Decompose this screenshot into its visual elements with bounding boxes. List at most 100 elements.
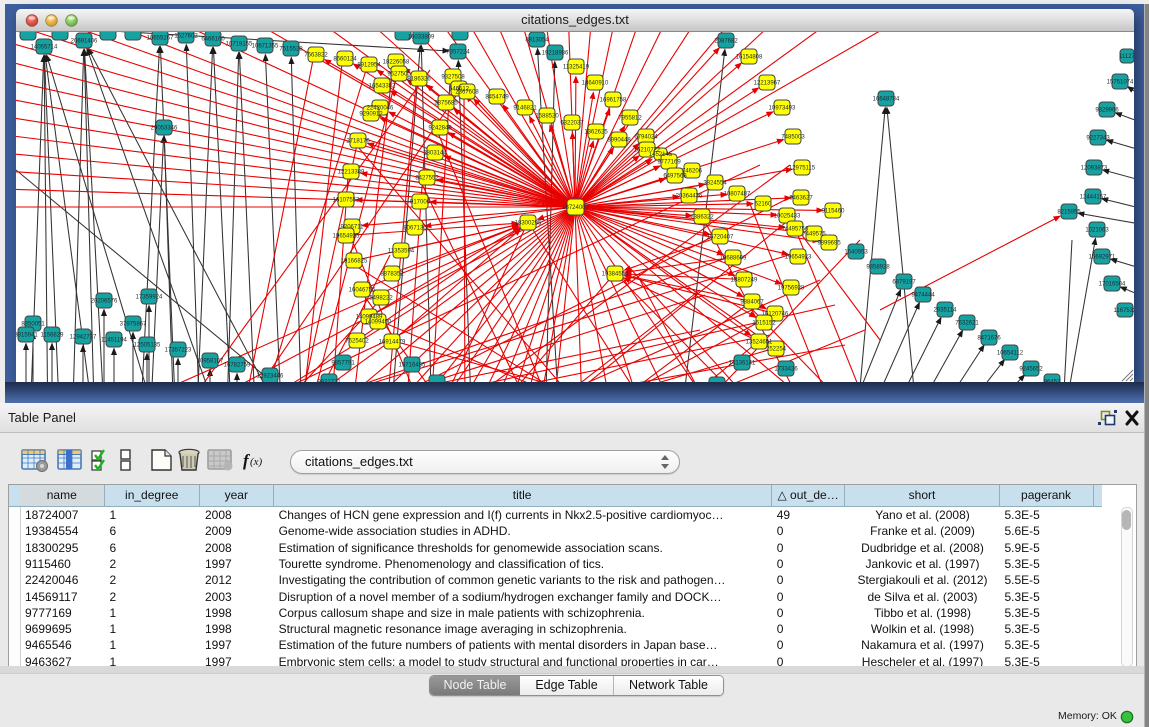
svg-text:6794024: 6794024 [634,135,658,141]
svg-text:8990448: 8990448 [607,138,631,144]
svg-text:8912954: 8912954 [357,63,381,69]
svg-text:16648784: 16648784 [873,97,900,103]
svg-text:18640910: 18640910 [582,81,609,87]
svg-text:12093873: 12093873 [1081,166,1108,172]
svg-text:1362625: 1362625 [584,130,608,136]
svg-text:6466160: 6466160 [201,37,225,43]
svg-text:18807249: 18807249 [731,278,758,284]
svg-text:96452: 96452 [1044,380,1061,383]
svg-text:16033809: 16033809 [408,35,435,41]
svg-text:2087682: 2087682 [714,39,738,45]
svg-text:19384554: 19384554 [602,272,629,278]
svg-text:10958107: 10958107 [197,359,224,365]
svg-text:10688609: 10688609 [720,256,747,262]
svg-text:12923446: 12923446 [257,374,284,380]
svg-text:12444157: 12444157 [1080,195,1107,201]
svg-text:9206711: 9206711 [341,225,365,231]
svg-text:14099490: 14099490 [365,320,392,326]
svg-text:17359924: 17359924 [136,295,163,301]
svg-text:17357223: 17357223 [165,348,192,354]
svg-text:12213967: 12213967 [754,81,781,87]
svg-text:1588520: 1588520 [535,114,559,120]
svg-text:2803144: 2803144 [423,151,447,157]
svg-text:16961758: 16961758 [600,98,627,104]
svg-text:16914479: 16914479 [379,340,406,346]
svg-text:17016504: 17016504 [1099,282,1126,288]
svg-text:1452145: 1452145 [649,152,673,158]
svg-text:20206576: 20206576 [91,299,118,305]
svg-text:10654112: 10654112 [997,351,1024,357]
svg-text:10025433: 10025433 [774,214,801,220]
svg-text:9922731: 9922731 [317,380,341,383]
svg-text:16046755: 16046755 [349,288,376,294]
svg-text:8454749: 8454749 [485,95,509,101]
svg-text:8215955: 8215955 [1057,210,1081,216]
svg-text:(x): (x) [250,456,263,468]
svg-text:14136141: 14136141 [729,361,756,367]
svg-text:10655267: 10655267 [147,36,174,42]
svg-text:10719155: 10719155 [226,42,253,48]
svg-text:15692971: 15692971 [1089,255,1116,261]
svg-text:16120746: 16120746 [762,312,789,318]
svg-text:19654925: 19654925 [333,234,360,240]
svg-text:9227343: 9227343 [1086,136,1110,142]
svg-text:8427552: 8427552 [415,176,439,182]
svg-text:8471676: 8471676 [977,336,1001,342]
svg-text:10973493: 10973493 [769,106,796,112]
svg-text:18300295: 18300295 [515,221,542,227]
svg-text:12942737: 12942737 [70,335,97,341]
svg-text:7632621: 7632621 [955,321,979,327]
svg-text:19166825: 19166825 [341,259,368,265]
svg-text:18226058: 18226058 [383,60,410,66]
svg-text:16543382: 16543382 [369,84,396,90]
svg-text:9242848: 9242848 [428,126,452,132]
svg-text:9777169: 9777169 [657,160,681,166]
svg-text:9329966: 9329966 [1095,108,1119,114]
svg-text:7663822: 7663822 [304,53,328,59]
svg-text:9245652: 9245652 [1019,367,1043,373]
svg-text:8813054: 8813054 [525,38,549,44]
svg-text:16782759: 16782759 [224,363,251,369]
svg-text:15716485: 15716485 [399,363,426,369]
svg-text:7357224: 7357224 [446,50,470,56]
svg-text:1615152: 1615152 [752,321,776,327]
svg-text:7515528: 7515528 [279,47,303,53]
svg-text:1156829: 1156829 [41,333,65,339]
svg-text:12505135: 12505135 [134,343,161,349]
svg-text:1640953: 1640953 [844,250,868,256]
svg-text:6879197: 6879197 [892,280,916,286]
svg-text:3875685: 3875685 [434,101,458,107]
svg-text:1167533: 1167533 [1114,308,1134,314]
svg-text:1527602: 1527602 [174,34,198,40]
svg-text:8350051: 8350051 [21,322,45,328]
svg-text:16107552: 16107552 [333,198,360,204]
svg-text:9857791: 9857791 [331,361,355,367]
svg-text:8878352: 8878352 [380,272,404,278]
svg-text:19654923: 19654923 [785,255,812,261]
svg-text:10671355: 10671355 [252,44,279,50]
svg-text:3824554: 3824554 [703,181,727,187]
svg-text:16154808: 16154808 [736,55,763,61]
svg-text:15720407: 15720407 [707,235,734,241]
svg-text:2718176: 2718176 [346,139,370,145]
svg-text:20691406: 20691406 [71,39,98,45]
svg-text:6322037: 6322037 [560,121,584,127]
svg-text:15751074: 15751074 [1107,80,1134,86]
svg-text:62160: 62160 [755,202,772,208]
svg-text:3915941: 3915941 [16,333,38,339]
svg-text:8660124: 8660124 [333,57,357,63]
svg-text:9463627: 9463627 [789,196,813,202]
svg-text:5498222: 5498222 [369,296,393,302]
svg-text:12213389: 12213389 [338,170,365,176]
svg-text:9115460: 9115460 [822,209,846,215]
svg-text:19756928: 19756928 [778,286,805,292]
svg-text:9884067: 9884067 [740,300,764,306]
svg-text:9899695: 9899695 [817,241,841,247]
svg-text:9327508: 9327508 [441,75,465,81]
svg-text:8186326: 8186326 [407,77,431,83]
svg-text:917006: 917006 [410,200,431,206]
svg-text:1733426: 1733426 [774,367,798,373]
svg-text:6497568: 6497568 [663,174,687,180]
svg-text:13524651: 13524651 [746,340,773,346]
svg-text:11325419: 11325419 [563,65,590,71]
